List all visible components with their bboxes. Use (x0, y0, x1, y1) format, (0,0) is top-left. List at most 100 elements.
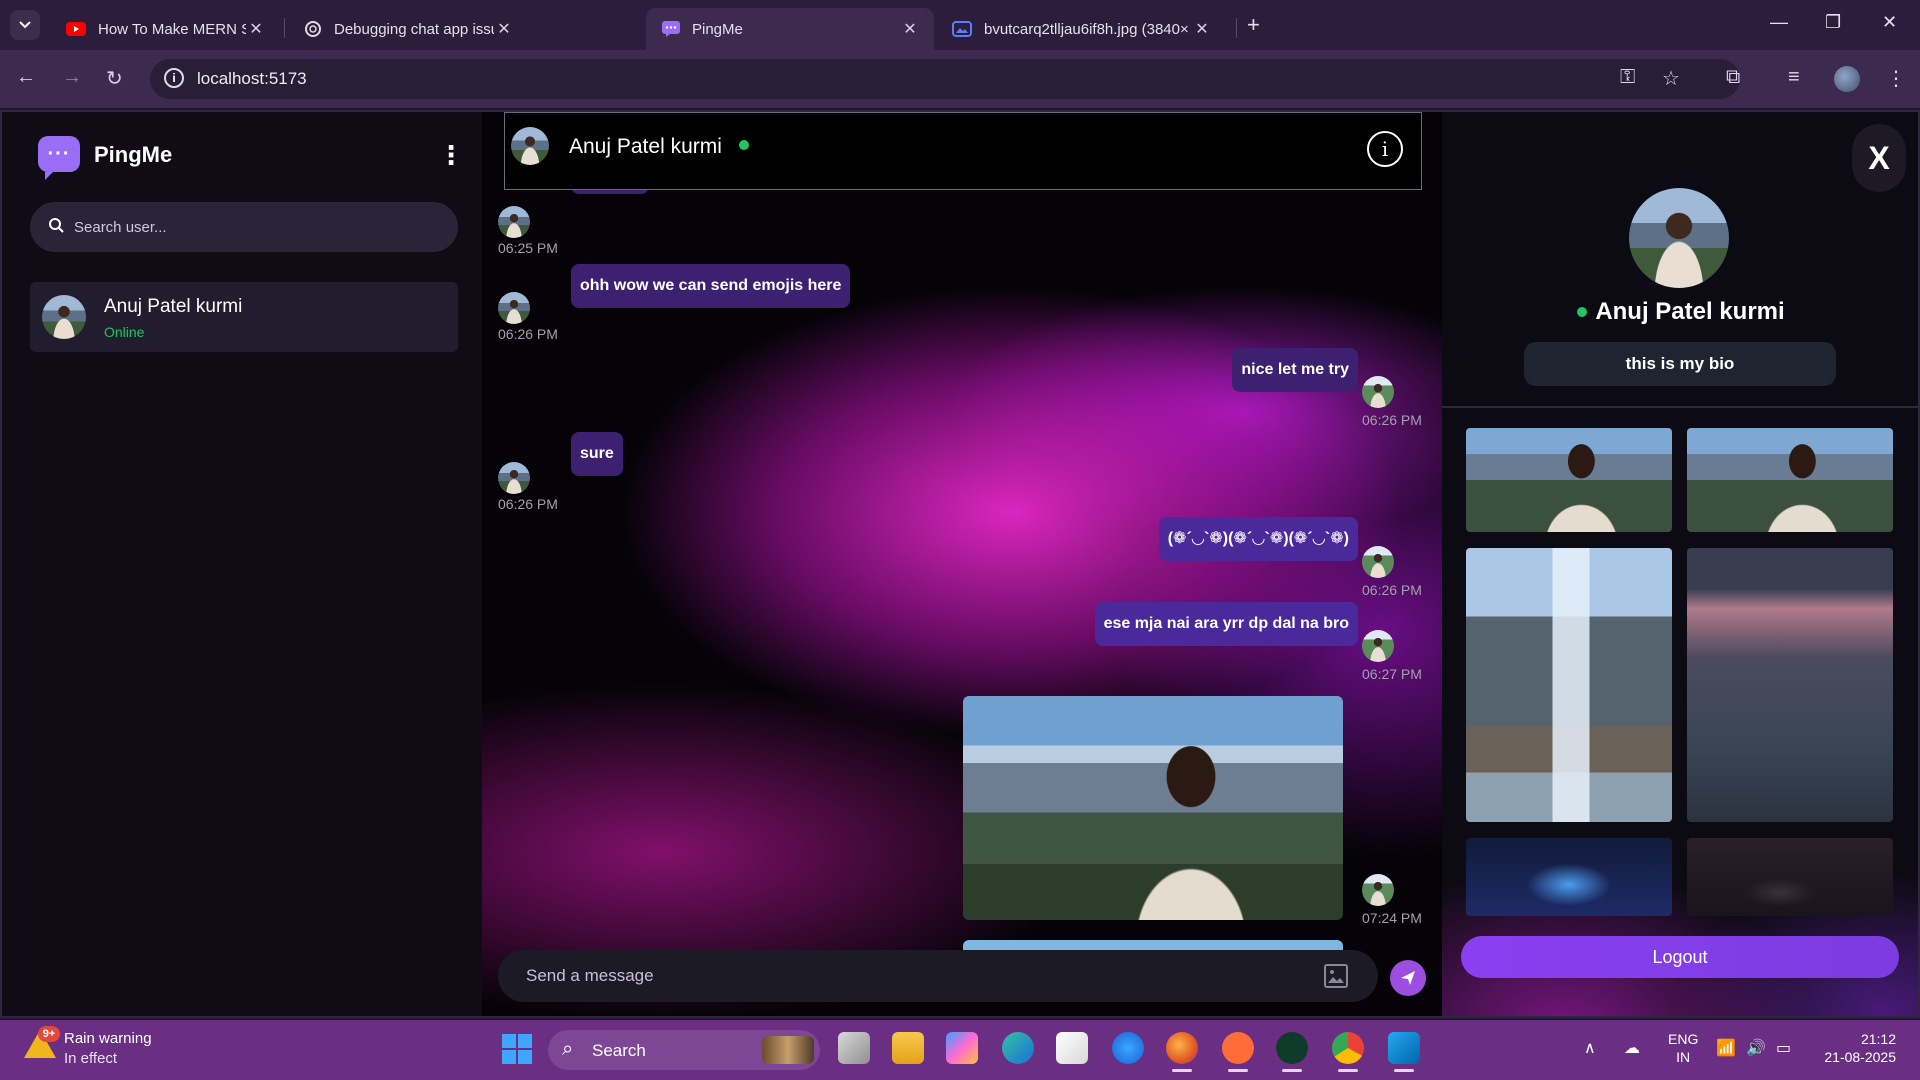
close-icon[interactable]: ✕ (1192, 19, 1212, 39)
send-button[interactable] (1390, 960, 1426, 996)
mongodb-compass-icon[interactable] (1276, 1032, 1308, 1072)
more-options-icon[interactable]: ⋮ (438, 140, 464, 171)
forward-button[interactable]: → (62, 66, 82, 89)
media-thumbnail[interactable] (1687, 428, 1893, 532)
media-thumbnail[interactable] (1466, 838, 1672, 916)
copilot-icon[interactable] (946, 1032, 978, 1064)
tab-image[interactable]: bvutcarq2tlljau6if8h.jpg (3840× ✕ (936, 8, 1226, 50)
message-bubble: ese mja nai ara yrr dp dal na bro (1094, 602, 1358, 646)
chat-header-name: Anuj Patel kurmi (569, 135, 722, 158)
url-text[interactable]: localhost:5173 (197, 69, 307, 89)
window-close-button[interactable]: ✕ (1882, 12, 1897, 33)
media-thumbnail[interactable] (1466, 428, 1672, 532)
weather-badge: 9+ (38, 1026, 60, 1042)
firefox-icon[interactable] (1166, 1032, 1198, 1072)
message-input[interactable] (526, 961, 1306, 991)
bookmark-star-icon[interactable]: ☆ (1662, 66, 1680, 91)
info-icon[interactable]: i (1367, 131, 1403, 167)
tab-youtube[interactable]: How To Make MERN Stack Chat ✕ (50, 8, 280, 50)
chatgpt-icon (305, 21, 321, 37)
taskbar-search-label: Search (592, 1041, 646, 1060)
extensions-icon[interactable]: ⧉ (1726, 66, 1740, 89)
taskbar-search[interactable]: ⌕ Search (548, 1030, 820, 1070)
chevron-down-icon (19, 21, 31, 29)
tray-overflow-icon[interactable]: ∧ (1584, 1038, 1596, 1058)
weather-widget[interactable]: 9+ (24, 1026, 60, 1060)
message-time: 07:24 PM (1362, 910, 1422, 926)
image-upload-icon (1328, 970, 1344, 983)
pingme-logo-icon: ··· (38, 136, 80, 180)
minimize-button[interactable]: — (1770, 12, 1788, 33)
message-bubble: (❁´◡`❁)(❁´◡`❁)(❁´◡`❁) (1158, 517, 1358, 561)
sender-avatar (498, 206, 530, 238)
image-icon (952, 21, 972, 37)
language-code: ENG (1668, 1031, 1699, 1047)
back-button[interactable]: ← (16, 66, 36, 89)
gallery-icon[interactable] (1324, 964, 1348, 988)
site-info-icon[interactable]: i (164, 68, 184, 88)
chrome-icon[interactable] (1332, 1032, 1364, 1072)
profile-panel: X Anuj Patel kurmi this is my bio Logout (1442, 112, 1918, 1016)
close-icon[interactable]: ✕ (246, 19, 266, 39)
store-icon[interactable] (1056, 1032, 1088, 1064)
help-icon[interactable] (1112, 1032, 1144, 1064)
postman-icon[interactable] (1222, 1032, 1254, 1072)
tab-title: PingMe (692, 20, 743, 38)
restore-button[interactable]: ❐ (1825, 12, 1841, 33)
volume-icon[interactable]: 🔊 (1746, 1038, 1766, 1058)
contact-avatar (42, 295, 86, 339)
profile-name: Anuj Patel kurmi (1595, 298, 1785, 325)
pingme-icon (662, 21, 680, 37)
search-user-input[interactable] (74, 212, 434, 242)
message-image[interactable] (963, 696, 1343, 920)
sender-avatar (498, 292, 530, 324)
file-explorer-icon[interactable] (892, 1032, 924, 1064)
profile-avatar[interactable] (1834, 66, 1860, 92)
close-icon[interactable]: ✕ (494, 19, 514, 39)
media-thumbnail[interactable] (1466, 548, 1672, 822)
vpn-status-icon[interactable]: ☁ (1624, 1038, 1640, 1058)
windows-start-icon[interactable] (502, 1034, 532, 1064)
close-icon[interactable]: ✕ (900, 19, 920, 39)
battery-icon[interactable]: ▭ (1776, 1038, 1791, 1058)
media-thumbnail[interactable] (1687, 548, 1893, 822)
contact-name: Anuj Patel kurmi (104, 296, 243, 317)
message-composer (498, 950, 1378, 1002)
tab-divider (284, 18, 285, 38)
profile-bio: this is my bio (1524, 342, 1836, 386)
logout-button[interactable]: Logout (1461, 936, 1899, 978)
sender-avatar (498, 462, 530, 494)
wifi-icon[interactable]: 📶 (1716, 1038, 1736, 1058)
message-time: 06:26 PM (498, 326, 558, 342)
tab-pingme[interactable]: PingMe ✕ (646, 8, 934, 50)
close-profile-button[interactable]: X (1852, 124, 1906, 192)
edge-icon[interactable] (1002, 1032, 1034, 1064)
my-avatar (1362, 376, 1394, 408)
my-avatar (1362, 630, 1394, 662)
system-clock[interactable]: 21:12 21-08-2025 (1816, 1030, 1896, 1066)
brand-name: PingMe (94, 142, 173, 167)
media-thumbnail[interactable] (1687, 838, 1893, 916)
reload-button[interactable]: ↻ (106, 66, 123, 91)
input-language[interactable]: ENG IN (1668, 1030, 1698, 1066)
password-key-icon[interactable]: ⚿ (1620, 66, 1635, 89)
profile-avatar-large (1629, 188, 1729, 288)
search-box (30, 202, 458, 252)
divider (1442, 406, 1918, 408)
tab-chatgpt[interactable]: Debugging chat app issues ✕ (288, 8, 528, 50)
vscode-icon[interactable] (1388, 1032, 1420, 1072)
media-controls-icon[interactable]: ≡ (1788, 66, 1800, 89)
contact-list-item[interactable]: Anuj Patel kurmi Online (30, 282, 458, 352)
profile-name-row: Anuj Patel kurmi (1442, 298, 1918, 326)
message-bubble: sure (571, 432, 623, 476)
address-bar[interactable]: i localhost:5173 (150, 59, 1740, 99)
browser-menu-icon[interactable]: ⋮ (1886, 66, 1906, 91)
weather-subtitle: In effect (64, 1050, 118, 1067)
tab-search-button[interactable] (10, 10, 40, 40)
youtube-icon (66, 22, 86, 36)
clock-date: 21-08-2025 (1824, 1049, 1896, 1065)
search-highlight-image (762, 1036, 814, 1064)
task-view-icon[interactable] (838, 1032, 870, 1064)
new-tab-button[interactable]: + (1247, 12, 1260, 38)
language-region: IN (1676, 1049, 1691, 1065)
